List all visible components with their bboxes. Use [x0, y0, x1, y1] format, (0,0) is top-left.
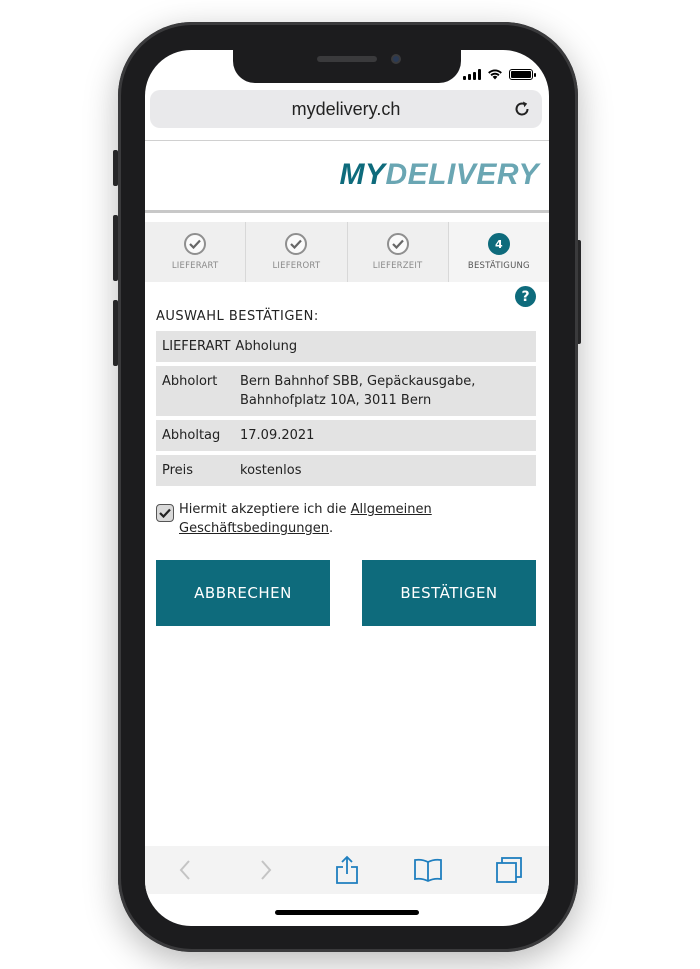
terms-acceptance: Hiermit akzeptiere ich die Allgemeinen G… [156, 500, 536, 538]
forward-icon[interactable] [246, 850, 286, 890]
summary-value: 17.09.2021 [240, 428, 315, 443]
bookmarks-icon[interactable] [408, 850, 448, 890]
browser-toolbar [145, 846, 549, 894]
step-lieferart[interactable]: LIEFERART [145, 222, 247, 282]
help-icon[interactable]: ? [515, 286, 536, 307]
cancel-button[interactable]: ABBRECHEN [156, 560, 330, 626]
notch [233, 50, 461, 83]
summary-key: Abholtag [162, 428, 221, 443]
battery-icon [509, 69, 536, 80]
step-label: LIEFERART [171, 261, 219, 271]
speaker [317, 56, 377, 62]
check-icon [285, 233, 308, 255]
summary-row: Abholtag 17.09.2021 [156, 420, 536, 451]
share-icon[interactable] [327, 850, 367, 890]
summary-key: LIEFERART [162, 339, 231, 354]
step-label: LIEFERORT [272, 261, 321, 271]
summary-row: LIEFERART Abholung [156, 331, 536, 362]
terms-checkbox[interactable] [156, 504, 174, 522]
step-number-badge: 4 [487, 233, 510, 255]
confirm-button[interactable]: BESTÄTIGEN [362, 560, 536, 626]
back-icon[interactable] [165, 850, 205, 890]
step-bestaetigung: 4 BESTÄTIGUNG [448, 222, 549, 282]
summary-key: Abholort [162, 374, 218, 389]
status-bar [463, 68, 536, 80]
summary-table: LIEFERART Abholung Abholort Bern Bahnhof… [156, 331, 536, 490]
terms-text: Hiermit akzeptiere ich die Allgemeinen G… [179, 502, 432, 536]
header-divider [145, 140, 549, 141]
summary-value: Bern Bahnhof SBB, Gepäckausgabe, Bahnhof… [240, 374, 476, 408]
step-label: LIEFERZEIT [372, 261, 423, 271]
wifi-icon [488, 69, 502, 80]
summary-key: Preis [162, 463, 194, 478]
home-indicator[interactable] [275, 910, 419, 915]
tabs-icon[interactable] [489, 850, 529, 890]
summary-value: Abholung [235, 339, 298, 354]
step-lieferort[interactable]: LIEFERORT [246, 222, 348, 282]
address-bar[interactable]: mydelivery.ch [150, 90, 542, 128]
step-label: BESTÄTIGUNG [467, 261, 530, 271]
url-text: mydelivery.ch [291, 98, 401, 119]
section-title: AUSWAHL BESTÄTIGEN: [156, 309, 319, 324]
step-lieferzeit[interactable]: LIEFERZEIT [348, 222, 449, 282]
summary-row: Preis kostenlos [156, 455, 536, 486]
progress-stepper: LIEFERART LIEFERORT LIEFERZEIT 4 BESTÄTI… [145, 222, 549, 282]
reload-icon[interactable] [512, 99, 532, 119]
mydelivery-logo: MYDELIVERY [339, 158, 539, 191]
logo-divider [145, 210, 549, 213]
camera [391, 54, 401, 64]
phone-screen: mydelivery.ch MYDELIVERY LIEFERART LIEFE… [145, 50, 549, 926]
checkmark-icon [159, 508, 171, 518]
signal-icon [463, 69, 481, 80]
summary-row: Abholort Bern Bahnhof SBB, Gepäckausgabe… [156, 366, 536, 416]
check-icon [386, 233, 409, 255]
summary-value: kostenlos [240, 463, 302, 478]
check-icon [184, 233, 207, 255]
